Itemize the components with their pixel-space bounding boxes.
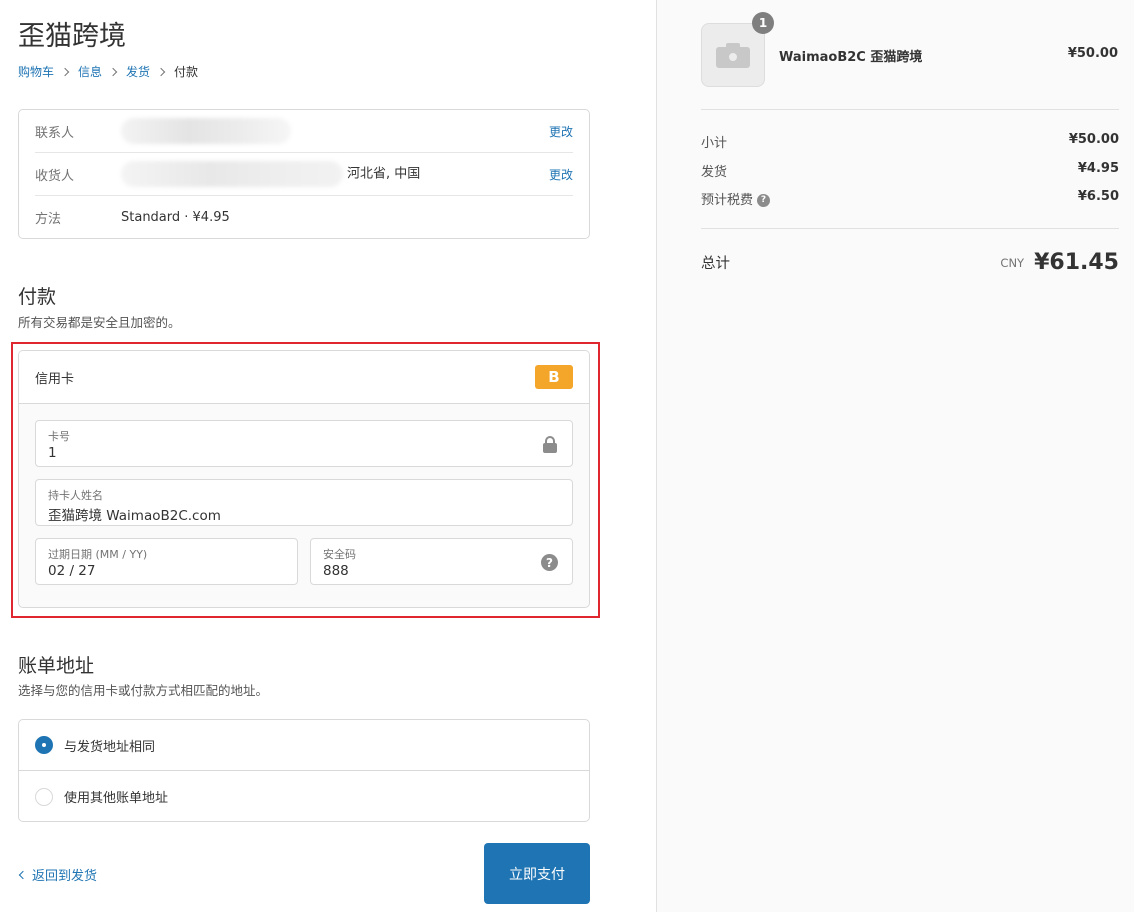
contact-label: 联系人	[35, 122, 121, 141]
total-currency: CNY	[1000, 256, 1024, 270]
chevron-right-icon	[157, 67, 165, 75]
expiry-label: 过期日期 (MM / YY)	[48, 546, 147, 562]
chevron-right-icon	[61, 67, 69, 75]
method-value: Standard · ¥4.95	[121, 210, 573, 225]
billing-title: 账单地址	[18, 651, 94, 678]
subtotal-value: ¥50.00	[1069, 132, 1119, 151]
tax-row: 预计税费? ¥6.50	[701, 189, 1119, 208]
credit-card-header[interactable]: 信用卡 B	[19, 351, 589, 404]
review-method-row: 方法 Standard · ¥4.95	[35, 196, 573, 239]
shipping-row: 发货 ¥4.95	[701, 161, 1119, 180]
breadcrumb-information[interactable]: 信息	[78, 63, 102, 80]
breadcrumb: 购物车 信息 发货 付款	[18, 63, 198, 80]
billing-other-label: 使用其他账单地址	[64, 787, 168, 806]
store-title: 歪猫跨境	[18, 14, 126, 53]
shipto-value: 河北省, 中国	[121, 161, 549, 187]
cvv-value: 888	[323, 563, 349, 579]
product-thumbnail	[701, 23, 765, 87]
divider	[701, 109, 1119, 110]
pay-now-button[interactable]: 立即支付	[484, 843, 590, 904]
breadcrumb-payment: 付款	[174, 63, 198, 80]
shipto-region: 河北省, 中国	[347, 167, 420, 182]
contact-value	[121, 118, 549, 144]
question-icon[interactable]: ?	[757, 194, 770, 207]
checkout-page: 歪猫跨境 购物车 信息 发货 付款 联系人 更改 收货人 河北省, 中国 更改 …	[0, 0, 1134, 912]
breadcrumb-cart[interactable]: 购物车	[18, 63, 54, 80]
subtotal-label: 小计	[701, 132, 727, 151]
question-icon[interactable]: ?	[541, 554, 558, 571]
shipping-label: 发货	[701, 161, 727, 180]
cvv-field[interactable]: 安全码 888 ?	[310, 538, 573, 585]
lock-icon	[542, 436, 558, 453]
billing-same-label: 与发货地址相同	[64, 736, 155, 755]
tax-label: 预计税费	[701, 193, 753, 208]
cardholder-name-field[interactable]: 持卡人姓名 歪猫跨境 WaimaoB2C.com	[35, 479, 573, 526]
payment-subtitle: 所有交易都是安全且加密的。	[18, 312, 181, 331]
card-brand-badge: B	[535, 365, 573, 389]
product-price: ¥50.00	[1068, 46, 1118, 61]
change-shipto-link[interactable]: 更改	[549, 166, 573, 183]
cardholder-name-label: 持卡人姓名	[48, 487, 103, 503]
billing-subtitle: 选择与您的信用卡或付款方式相匹配的地址。	[18, 680, 268, 699]
radio-unselected[interactable]	[35, 788, 53, 806]
redacted-address	[121, 161, 343, 187]
tax-label-wrap: 预计税费?	[701, 189, 770, 208]
billing-other-option[interactable]: 使用其他账单地址	[19, 771, 589, 822]
method-label: 方法	[35, 208, 121, 227]
divider	[701, 228, 1119, 229]
camera-icon	[716, 43, 750, 68]
total-amount: ¥61.45	[1034, 250, 1119, 275]
card-number-value: 1	[48, 445, 57, 461]
order-summary: 1 WaimaoB2C 歪猫跨境 ¥50.00 小计 ¥50.00 发货 ¥4.…	[656, 0, 1134, 912]
billing-same-option[interactable]: 与发货地址相同	[19, 720, 589, 771]
back-label: 返回到发货	[32, 865, 97, 884]
redacted-contact	[121, 118, 291, 144]
back-to-shipping-link[interactable]: 返回到发货	[18, 865, 97, 884]
cvv-label: 安全码	[323, 546, 356, 562]
quantity-badge: 1	[752, 12, 774, 34]
shipping-value: ¥4.95	[1078, 161, 1119, 180]
card-number-label: 卡号	[48, 428, 70, 444]
change-contact-link[interactable]: 更改	[549, 123, 573, 140]
total-label: 总计	[701, 252, 1000, 273]
chevron-left-icon	[19, 870, 27, 878]
expiry-field[interactable]: 过期日期 (MM / YY) 02 / 27	[35, 538, 298, 585]
chevron-right-icon	[109, 67, 117, 75]
credit-card-box: 信用卡 B 卡号 1 持卡人姓名 歪猫跨境 WaimaoB2C.com 过期日期…	[18, 350, 590, 608]
payment-title: 付款	[18, 282, 56, 309]
review-contact-row: 联系人 更改	[35, 110, 573, 153]
radio-selected[interactable]	[35, 736, 53, 754]
billing-options: 与发货地址相同 使用其他账单地址	[18, 719, 590, 822]
subtotal-row: 小计 ¥50.00	[701, 132, 1119, 151]
expiry-value: 02 / 27	[48, 563, 96, 579]
card-number-field[interactable]: 卡号 1	[35, 420, 573, 467]
product-name: WaimaoB2C 歪猫跨境	[779, 46, 922, 65]
tax-value: ¥6.50	[1078, 189, 1119, 208]
credit-card-label: 信用卡	[35, 368, 535, 387]
cardholder-name-value: 歪猫跨境 WaimaoB2C.com	[48, 504, 221, 524]
review-box: 联系人 更改 收货人 河北省, 中国 更改 方法 Standard · ¥4.9…	[18, 109, 590, 239]
total-row: 总计 CNY ¥61.45	[701, 250, 1119, 275]
checkout-main: 歪猫跨境 购物车 信息 发货 付款 联系人 更改 收货人 河北省, 中国 更改 …	[0, 0, 657, 912]
breadcrumb-shipping[interactable]: 发货	[126, 63, 150, 80]
review-shipto-row: 收货人 河北省, 中国 更改	[35, 153, 573, 196]
shipto-label: 收货人	[35, 165, 121, 184]
